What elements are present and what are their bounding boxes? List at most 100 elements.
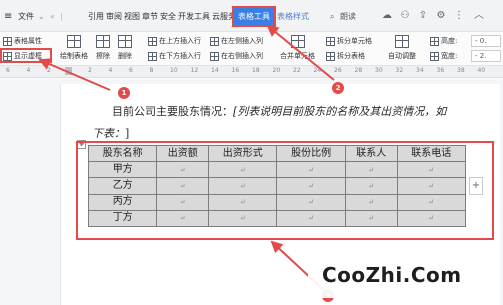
ruler-number: 8 — [149, 67, 154, 74]
menu-section[interactable]: 章节 — [142, 11, 158, 23]
insert-row-above-button[interactable]: 在上方插入行 — [148, 35, 201, 47]
menu-collapse-icon[interactable]: « — [50, 11, 55, 23]
insert-below-icon — [148, 51, 157, 61]
add-column-icon[interactable]: + — [469, 177, 483, 195]
ruler-number: 40 — [477, 67, 486, 74]
chevron-down-icon[interactable]: ⌄ — [38, 11, 45, 23]
menu-devtools[interactable]: 开发工具 — [178, 11, 210, 23]
menu-view[interactable]: 视图 — [124, 11, 140, 23]
split-table-icon — [326, 51, 335, 61]
doc-line1-italic: [列表说明目前股东的名称及其出资情况，如 — [233, 105, 447, 118]
ruler-number: 18 — [252, 67, 260, 74]
height-control: 高度: — [430, 35, 457, 47]
ruler-number: 26 — [334, 67, 342, 74]
insert-right-label: 在右侧插入列 — [221, 52, 263, 60]
menu-review[interactable]: 审阅 — [106, 11, 122, 23]
height-label: 高度: — [441, 37, 458, 45]
delete-table-icon — [118, 35, 132, 48]
table-properties-icon — [3, 36, 12, 46]
ruler-number: 14 — [211, 67, 219, 74]
share-icon[interactable]: ⇪ — [416, 9, 430, 23]
ruler-number: 24 — [313, 67, 322, 74]
merge-cells-label: 合并单元格 — [280, 52, 315, 60]
width-input[interactable]: - 2. — [471, 50, 501, 62]
split-table-label: 拆分表格 — [337, 52, 365, 60]
tab-table-style[interactable]: 表格样式 — [277, 11, 309, 23]
width-label: 宽度: — [441, 52, 458, 60]
split-table-button[interactable]: 拆分表格 — [326, 50, 365, 62]
erase-button[interactable]: 擦除 — [96, 35, 110, 61]
search-icon[interactable]: ⌕ — [330, 11, 334, 23]
pencil-table-icon — [67, 35, 81, 48]
insert-left-label: 在左侧插入列 — [221, 37, 263, 45]
ruler-number: 12 — [190, 67, 199, 74]
gear-icon[interactable]: ⚙ — [434, 9, 448, 23]
split-cells-label: 拆分单元格 — [337, 37, 372, 45]
menu-security[interactable]: 安全 — [160, 11, 176, 23]
step-badge-2: 2 — [332, 82, 344, 94]
ruler-number: 6 — [129, 67, 133, 74]
width-icon — [430, 51, 439, 61]
hamburger-icon[interactable]: ≡ — [4, 11, 12, 23]
collaborate-icon[interactable]: ⚇ — [398, 9, 412, 23]
doc-line1-text: 目前公司主要股东情况： — [112, 105, 233, 118]
doc-paragraph-2[interactable]: 下表：] — [92, 125, 129, 141]
menu-bar: ≡ 文件 ⌄ « | 引用 审阅 视图 章节 安全 开发工具 云服务 表格工具 … — [0, 0, 503, 32]
insert-row-below-button[interactable]: 在下方插入行 — [148, 50, 201, 62]
ruler-number: 2 — [47, 67, 51, 74]
table-properties-button[interactable]: 表格属性 — [3, 35, 42, 47]
ribbon-toolbar: 表格属性 显示虚框 绘制表格 擦除 删除 在上方插入行 在下方插入行 在左侧插入… — [0, 32, 503, 66]
ruler-number: 30 — [375, 67, 383, 74]
insert-left-icon — [210, 36, 219, 46]
doc-line2-text: 下表： — [92, 127, 125, 140]
ruler-number: 16 — [231, 67, 240, 74]
read-aloud[interactable]: 朗读 — [340, 11, 356, 23]
highlight-table — [76, 141, 494, 240]
step-badge-1: 1 — [118, 87, 130, 99]
split-cells-button[interactable]: 拆分单元格 — [326, 35, 372, 47]
ruler-number: 22 — [293, 67, 301, 74]
table-properties-label: 表格属性 — [14, 37, 42, 45]
delete-button[interactable]: 删除 — [118, 35, 132, 61]
merge-cells-button[interactable]: 合并单元格 — [280, 35, 315, 61]
split-cells-icon — [326, 36, 335, 46]
insert-right-icon — [210, 51, 219, 61]
highlight-table-tools — [232, 6, 276, 27]
ruler-number: 20 — [272, 67, 281, 74]
menu-file[interactable]: 文件 — [18, 11, 34, 23]
autofit-icon — [395, 35, 409, 48]
autofit-label: 自动调整 — [388, 52, 416, 60]
draw-table-label: 绘制表格 — [60, 52, 88, 60]
insert-col-left-button[interactable]: 在左侧插入列 — [210, 35, 263, 47]
ruler-number: 2 — [88, 67, 92, 74]
ruler-number: 4 — [26, 67, 31, 74]
ruler-number: 28 — [354, 67, 363, 74]
erase-label: 擦除 — [96, 52, 110, 60]
delete-label: 删除 — [118, 52, 132, 60]
cloud-sync-icon[interactable]: ☁ — [380, 9, 394, 23]
draw-table-button[interactable]: 绘制表格 — [60, 35, 88, 61]
horizontal-ruler: 6 4 2 2 4 6 8 10 12 14 16 18 20 22 24 26 28 30 32 34 36 38 40 — [0, 66, 503, 78]
ruler-indent-marker[interactable] — [65, 67, 72, 75]
watermark-text: CooZhi.Com — [322, 263, 462, 287]
collapse-ribbon-icon[interactable]: ︿ — [472, 9, 486, 23]
insert-col-right-button[interactable]: 在右侧插入列 — [210, 50, 263, 62]
highlight-show-gridlines — [0, 48, 52, 63]
ruler-number: 34 — [416, 67, 424, 74]
doc-line2-mark: ] — [125, 127, 130, 140]
ruler-number: 36 — [436, 67, 445, 74]
ruler-number: 32 — [395, 67, 404, 74]
more-icon[interactable]: ⋮ — [452, 9, 466, 23]
ruler-number: 10 — [170, 67, 178, 74]
autofit-button[interactable]: 自动调整 — [388, 35, 416, 61]
menu-ref[interactable]: 引用 — [88, 11, 104, 23]
eraser-icon — [96, 35, 110, 48]
height-input[interactable]: - 0. — [471, 35, 501, 47]
ruler-number: 38 — [457, 67, 465, 74]
insert-below-label: 在下方插入行 — [159, 52, 201, 60]
width-control: 宽度: — [430, 50, 457, 62]
doc-paragraph-1[interactable]: 目前公司主要股东情况：[列表说明目前股东的名称及其出资情况，如 — [112, 103, 446, 119]
merge-cells-icon — [290, 35, 305, 48]
ruler-number: 4 — [108, 67, 113, 74]
height-icon — [430, 36, 439, 46]
